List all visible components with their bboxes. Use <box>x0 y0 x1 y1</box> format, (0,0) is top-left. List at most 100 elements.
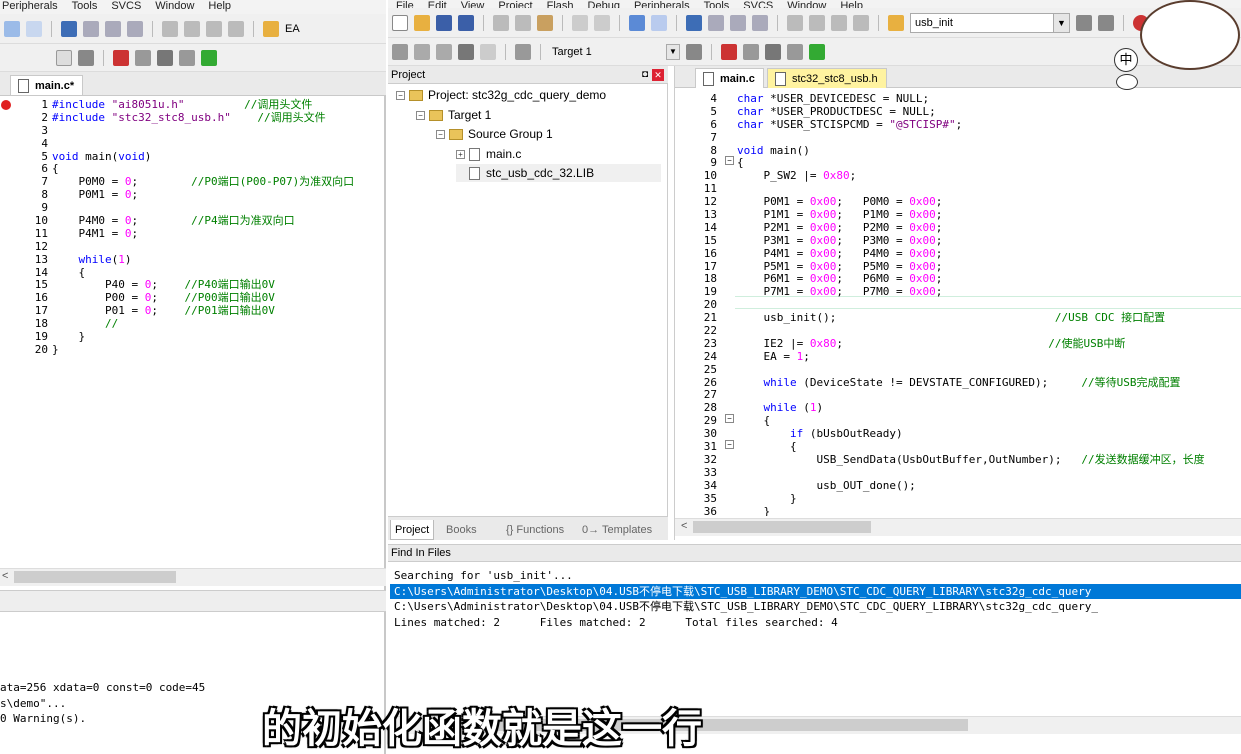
left-hscrollbar[interactable]: < <box>0 568 386 586</box>
build-icon[interactable] <box>414 43 430 60</box>
books-icon[interactable] <box>135 49 151 66</box>
close-icon[interactable]: ✕ <box>652 69 664 81</box>
right-editor[interactable]: 4 5 6 7 8 9 10 11 12 13 14 15 16 17 18 19 20 21 22 23 24 25 26… <box>675 90 1241 516</box>
menu-item-svcs[interactable]: SVCS <box>111 1 141 12</box>
menu-item-peripherals[interactable]: Peripherals <box>2 1 58 12</box>
select-packs-icon[interactable] <box>743 43 759 60</box>
manage-project-icon[interactable] <box>721 43 737 60</box>
menu-item-svcs[interactable]: SVCS <box>743 1 773 9</box>
bookmark-clear-icon[interactable] <box>752 14 768 31</box>
code-line[interactable]: } <box>52 343 386 357</box>
code-line[interactable]: // <box>52 317 386 331</box>
left-editor[interactable]: 1 2 3 4 5 6 7 8 9 10 11 12 13 14 15 16 17 18 19 20 #include… <box>0 98 386 566</box>
open-folder-icon[interactable] <box>414 14 430 31</box>
code-area[interactable]: #include "ai8051u.h" //调用头文件 #include "st… <box>52 98 386 357</box>
scroll-left-icon[interactable]: < <box>2 570 8 582</box>
toolbar-target-label[interactable]: EA <box>285 23 300 35</box>
expand-toggle-icon[interactable]: − <box>416 110 425 120</box>
expand-toggle-icon[interactable]: − <box>396 91 405 101</box>
expand-toggle-icon[interactable]: + <box>456 149 465 159</box>
code-line[interactable]: P4M1 = 0; <box>52 227 386 241</box>
code-line[interactable]: } <box>737 505 1241 516</box>
indent-icon[interactable] <box>162 20 178 37</box>
code-line[interactable]: } <box>737 492 1241 506</box>
bookmark-clear-icon[interactable] <box>127 20 143 37</box>
code-line[interactable]: usb_init(); //USB CDC 接口配置 <box>737 311 1241 325</box>
code-line[interactable]: while (DeviceState != DEVSTATE_CONFIGURE… <box>737 376 1241 390</box>
forward-icon[interactable] <box>651 14 667 31</box>
code-line[interactable] <box>737 132 1241 145</box>
manage-runtime-icon[interactable] <box>787 43 803 60</box>
debug-icon[interactable] <box>179 49 195 66</box>
save-all-icon[interactable] <box>458 14 474 31</box>
menu-item-window[interactable]: Window <box>155 1 194 12</box>
forward-icon[interactable] <box>26 20 42 37</box>
tree-item[interactable]: stc_usb_cdc_32.LIB <box>456 164 661 182</box>
batch-build-icon[interactable] <box>458 43 474 60</box>
code-line[interactable]: IE2 |= 0x80; //使能USB中断 <box>737 337 1241 351</box>
right-hscrollbar[interactable]: < <box>675 518 1241 536</box>
find-result-line[interactable]: C:\Users\Administrator\Desktop\04.USB不停电… <box>390 583 1241 599</box>
code-line[interactable] <box>52 125 386 138</box>
menu-item-tools[interactable]: Tools <box>72 1 98 12</box>
code-line[interactable]: #include "stc32_stc8_usb.h" //调用头文件 <box>52 111 386 125</box>
unindent-icon[interactable] <box>809 14 825 31</box>
settings-icon[interactable] <box>157 49 173 66</box>
bookmark-next-icon[interactable] <box>730 14 746 31</box>
find-result-line[interactable]: C:\Users\Administrator\Desktop\04.USB不停电… <box>390 599 1241 615</box>
fold-toggle-icon[interactable]: − <box>725 414 734 423</box>
menu-item-project[interactable]: Project <box>498 1 532 9</box>
code-line[interactable]: if (bUsbOutReady) <box>737 427 1241 441</box>
code-line[interactable]: } <box>52 330 386 344</box>
expand-toggle-icon[interactable]: − <box>436 130 445 140</box>
menu-item-file[interactable]: File <box>396 1 414 9</box>
code-line[interactable]: void main() <box>737 144 1241 158</box>
code-line[interactable]: EA = 1; <box>737 350 1241 364</box>
menu-item-view[interactable]: View <box>461 1 485 9</box>
tools-icon[interactable] <box>78 49 94 66</box>
code-area[interactable]: char *USER_DEVICEDESC = NULL; char *USER_… <box>737 92 1241 516</box>
code-line[interactable]: usb_OUT_done(); <box>737 479 1241 493</box>
menu-item-debug[interactable]: Debug <box>588 1 620 9</box>
menu-item-help[interactable]: Help <box>208 1 231 12</box>
bookmark-prev-icon[interactable] <box>83 20 99 37</box>
code-line[interactable]: P_SW2 |= 0x80; <box>737 169 1241 183</box>
options-icon[interactable] <box>809 43 825 60</box>
find-in-files-icon[interactable] <box>888 14 904 31</box>
find-in-files-icon[interactable] <box>263 20 279 37</box>
project-tree[interactable]: − Project: stc32g_cdc_query_demo − Target 1… <box>388 86 668 506</box>
save-icon[interactable] <box>436 14 452 31</box>
pin-icon[interactable]: ◘ <box>642 66 648 84</box>
target-options-icon[interactable] <box>686 43 702 60</box>
code-line[interactable]: while (1) <box>737 401 1241 415</box>
menu-item-help[interactable]: Help <box>840 1 863 9</box>
project-panel-tab[interactable]: {} Functions <box>502 520 568 540</box>
scrollbar-thumb[interactable] <box>693 521 871 533</box>
comment-icon[interactable] <box>831 14 847 31</box>
back-icon[interactable] <box>4 20 20 37</box>
tab-main-c[interactable]: main.c <box>695 68 764 88</box>
breakpoint-icon[interactable] <box>1 100 11 110</box>
menu-item-flash[interactable]: Flash <box>547 1 574 9</box>
menu-item-tools[interactable]: Tools <box>704 1 730 9</box>
tree-item[interactable]: − Source Group 1 <box>436 125 553 143</box>
translate-icon[interactable] <box>392 43 408 60</box>
bookmark-next-icon[interactable] <box>105 20 121 37</box>
download-icon[interactable] <box>515 43 531 60</box>
target-select[interactable]: Target 1 ▼ <box>550 42 680 62</box>
tab-stc32-stc8-usb-h[interactable]: stc32_stc8_usb.h <box>767 68 887 88</box>
tree-item[interactable]: + main.c <box>456 145 521 163</box>
code-line[interactable]: P7M1 = 0x00; P7M0 = 0x00; <box>737 285 1241 299</box>
bookmark-prev-icon[interactable] <box>708 14 724 31</box>
find-icon[interactable] <box>1076 14 1092 31</box>
uncomment-icon[interactable] <box>228 20 244 37</box>
ime-indicator[interactable]: 中 <box>1114 48 1138 72</box>
code-line[interactable]: USB_SendData(UsbOutBuffer,OutNumber); //… <box>737 453 1241 467</box>
uncomment-icon[interactable] <box>853 14 869 31</box>
bookmark-icon[interactable] <box>686 14 702 31</box>
rebuild-icon[interactable] <box>436 43 452 60</box>
code-line[interactable]: while(1) <box>52 253 386 267</box>
scroll-left-icon[interactable]: < <box>681 520 687 532</box>
fold-toggle-icon[interactable]: − <box>725 440 734 449</box>
code-line[interactable]: void main(void) <box>52 150 386 164</box>
